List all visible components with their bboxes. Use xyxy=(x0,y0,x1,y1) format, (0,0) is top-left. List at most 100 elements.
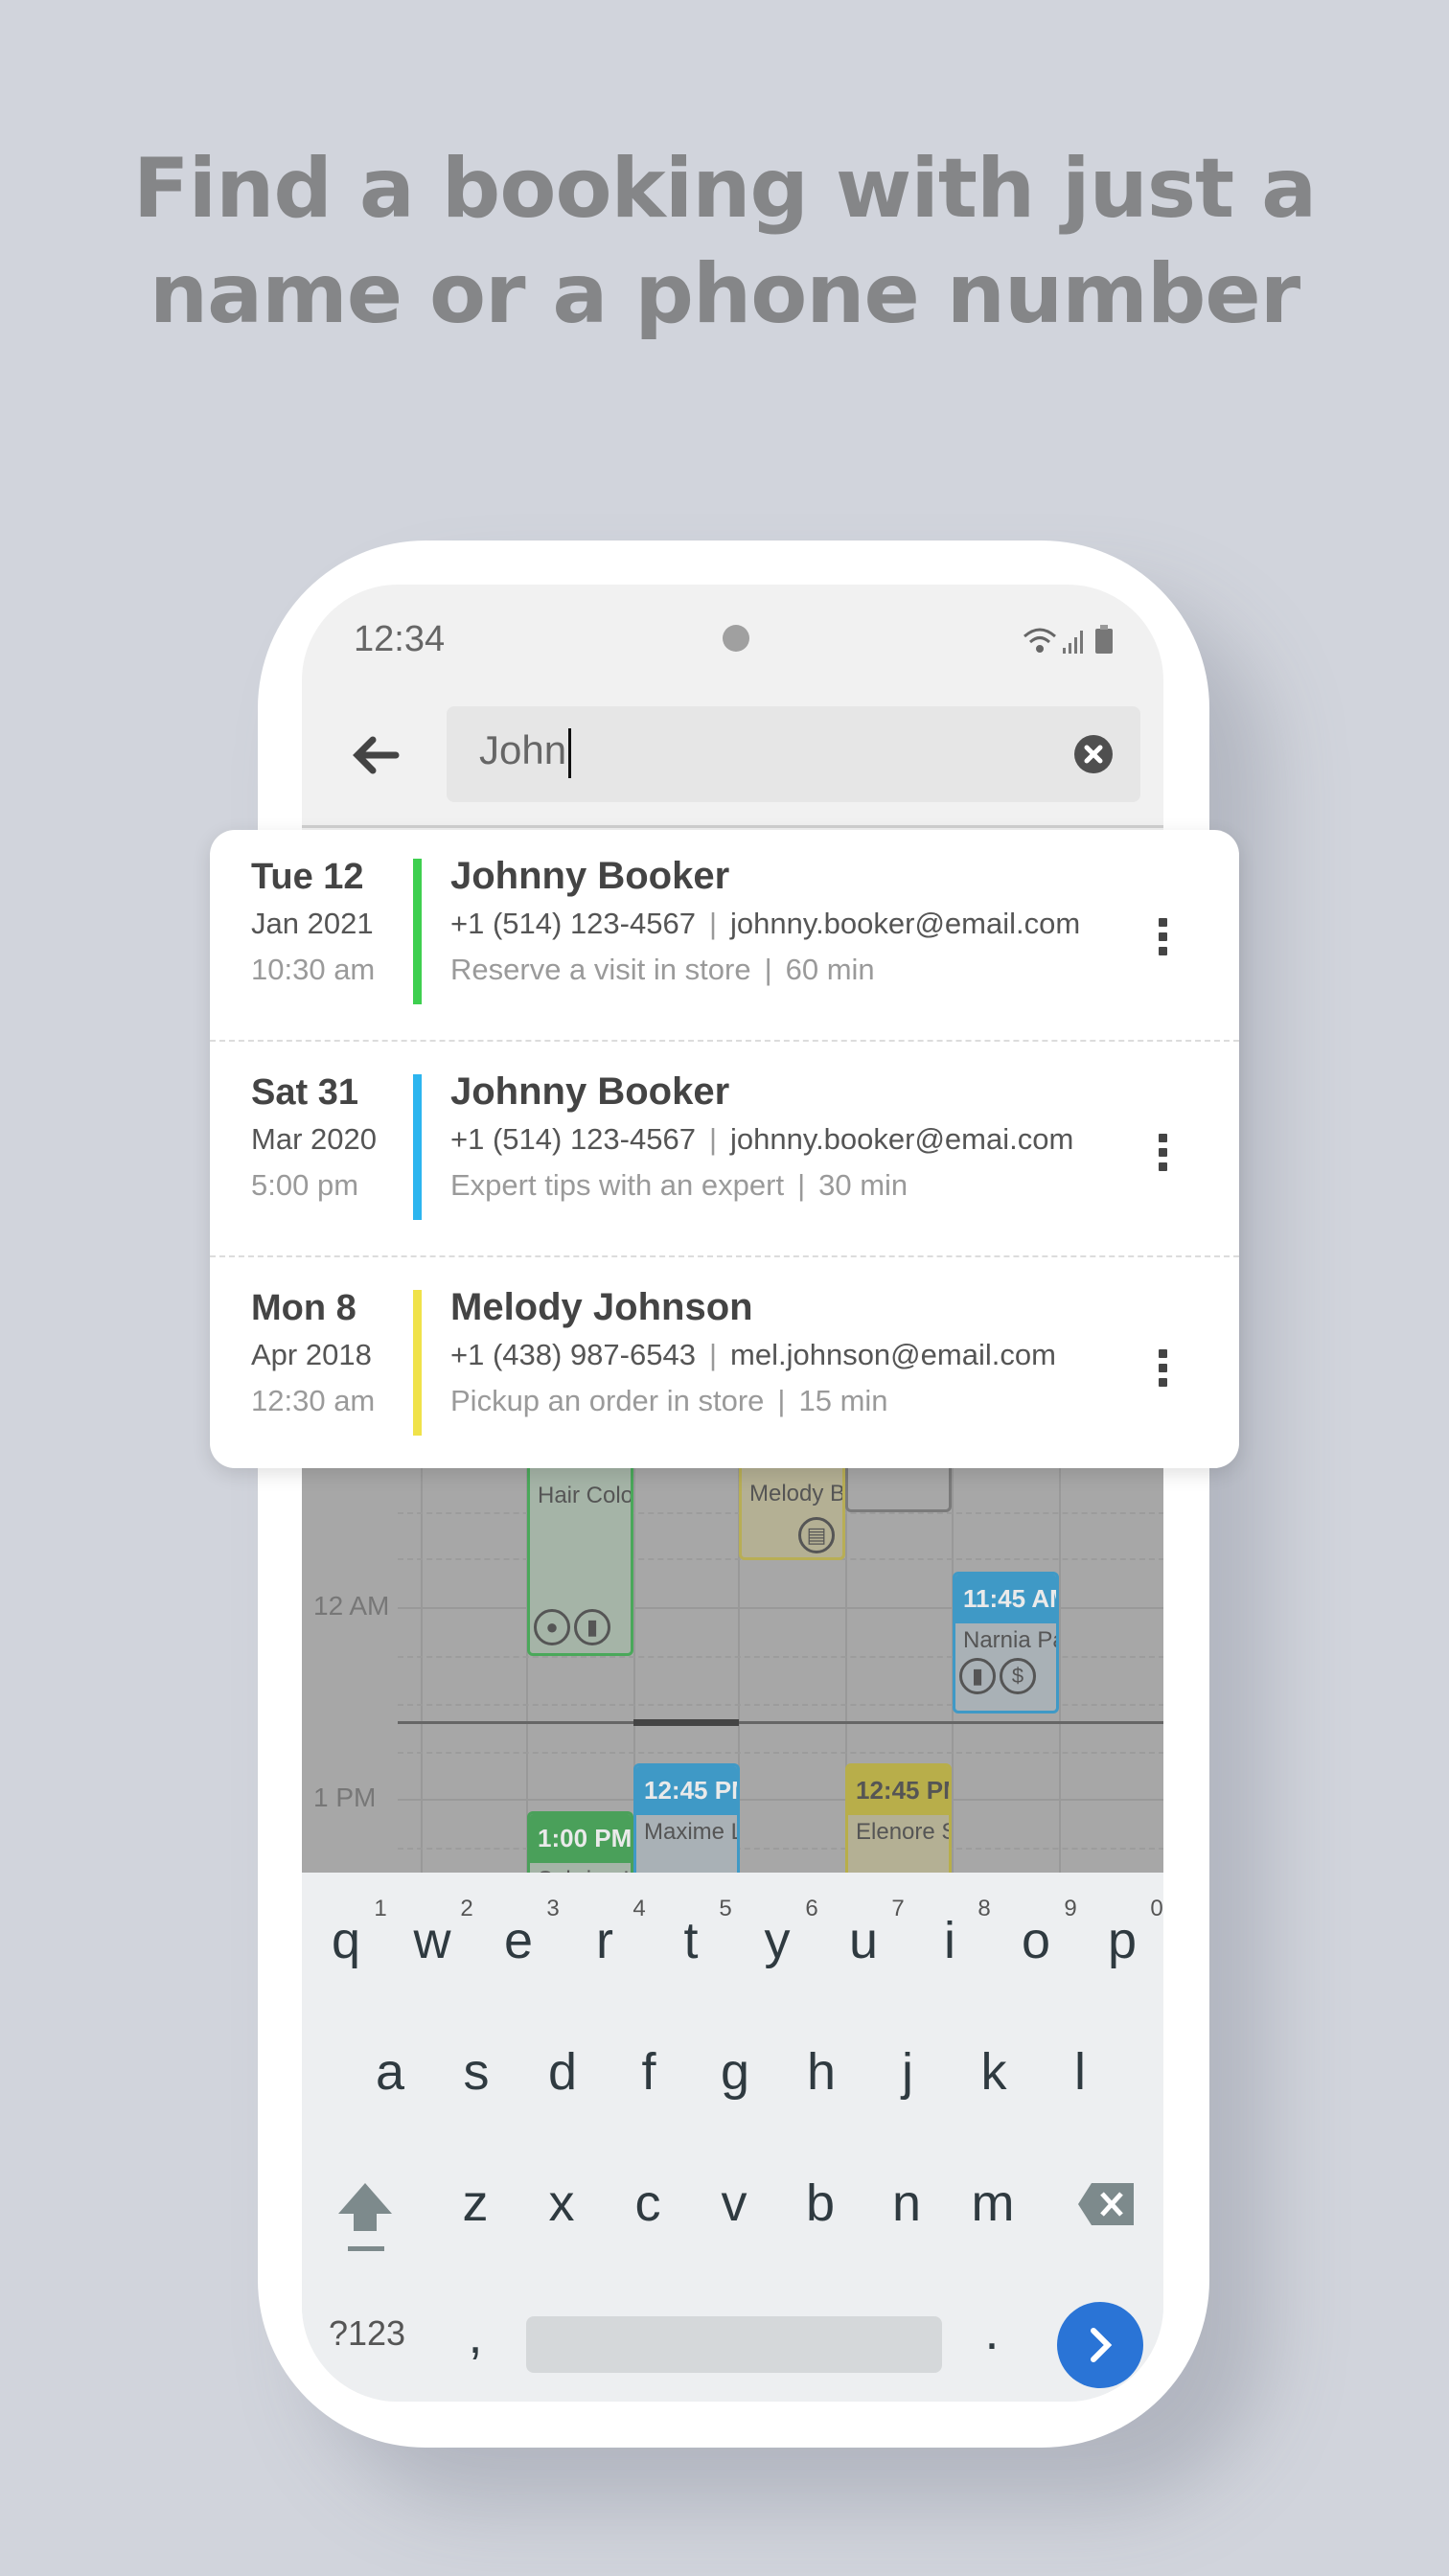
event-time: 11:45 AM xyxy=(955,1575,1056,1623)
key[interactable]: c xyxy=(635,2174,661,2233)
service-name: Expert tips with an expert xyxy=(450,1168,785,1202)
comma-key[interactable]: , xyxy=(468,2306,482,2365)
key-hint: 8 xyxy=(978,1896,991,1921)
key-hint: 4 xyxy=(632,1896,646,1921)
key[interactable]: e xyxy=(504,1911,533,1970)
time-label: 12 AM xyxy=(313,1591,390,1621)
calendar-event[interactable]: 12:45 PM Elenore S xyxy=(845,1763,952,1874)
search-value: John xyxy=(479,727,567,772)
key[interactable]: g xyxy=(721,2042,749,2102)
key[interactable]: b xyxy=(806,2174,835,2233)
clear-circle-icon[interactable] xyxy=(1073,734,1114,774)
customer-phone: +1 (514) 123-4567 xyxy=(450,907,696,940)
calendar-event[interactable]: 1:00 PM Sabrina H xyxy=(527,1811,633,1874)
booking-month-year: Jan 2021 xyxy=(251,907,374,940)
booking-day: Tue 12 xyxy=(251,857,364,897)
battery-icon xyxy=(1095,625,1113,654)
headline-line-1: Find a booking with just a xyxy=(132,141,1317,237)
key[interactable]: z xyxy=(463,2174,489,2233)
key[interactable]: k xyxy=(981,2042,1007,2102)
key[interactable]: u xyxy=(849,1911,878,1970)
booking-day: Sat 31 xyxy=(251,1072,358,1113)
key[interactable]: l xyxy=(1074,2042,1086,2102)
calendar-event[interactable]: Hair Colo ● ▮ xyxy=(527,1468,633,1656)
service-duration: 60 min xyxy=(785,953,875,986)
customer-name: Melody Johnson xyxy=(450,1286,753,1328)
event-title: Hair Colo xyxy=(538,1483,633,1508)
booking-result-row[interactable]: Mon 8 Apr 2018 12:30 am Melody Johnson +… xyxy=(210,1261,1239,1474)
more-options-icon[interactable] xyxy=(1159,918,1168,961)
event-time: 1:00 PM xyxy=(530,1814,631,1863)
back-arrow-icon[interactable] xyxy=(352,736,400,774)
symbols-key[interactable]: ?123 xyxy=(329,2313,405,2354)
customer-email: johnny.booker@emai.com xyxy=(730,1122,1074,1156)
customer-name: Johnny Booker xyxy=(450,855,730,897)
camera-icon xyxy=(723,625,749,652)
key[interactable]: q xyxy=(332,1911,360,1970)
key[interactable]: a xyxy=(376,2042,404,2102)
booking-result-row[interactable]: Tue 12 Jan 2021 10:30 am Johnny Booker +… xyxy=(210,830,1239,1043)
key[interactable]: o xyxy=(1022,1911,1050,1970)
wifi-icon xyxy=(1024,628,1056,653)
search-input[interactable]: John xyxy=(447,706,1140,802)
customer-phone: +1 (514) 123-4567 xyxy=(450,1122,696,1156)
service-name: Reserve a visit in store xyxy=(450,953,751,986)
text-cursor xyxy=(568,727,572,778)
service-duration: 15 min xyxy=(798,1384,888,1417)
booking-month-year: Mar 2020 xyxy=(251,1122,377,1156)
calendar-event[interactable]: 11:45 AM Narnia Pa ▮$ xyxy=(953,1572,1059,1714)
key[interactable]: d xyxy=(548,2042,577,2102)
key[interactable]: w xyxy=(414,1911,451,1970)
key[interactable]: x xyxy=(549,2174,575,2233)
signal-icon xyxy=(1063,631,1083,654)
key[interactable]: s xyxy=(464,2042,490,2102)
key-hint: 7 xyxy=(891,1896,905,1921)
customer-phone: +1 (438) 987-6543 xyxy=(450,1338,696,1371)
key[interactable]: r xyxy=(596,1911,613,1970)
event-title: Narnia Pa xyxy=(963,1627,1059,1653)
message-icon: ▤ xyxy=(798,1517,835,1553)
keyboard: ?123 , . q1 w2 e3 r4 t5 y6 u7 i8 o9 p0 asd f gh j k l z x… xyxy=(302,1873,1163,2402)
more-options-icon[interactable] xyxy=(1159,1134,1168,1177)
key[interactable]: i xyxy=(944,1911,955,1970)
more-options-icon[interactable] xyxy=(1159,1349,1168,1392)
period-key[interactable]: . xyxy=(984,2302,999,2361)
shift-key[interactable] xyxy=(336,2179,394,2256)
current-time-marker xyxy=(633,1719,739,1726)
key-hint: 6 xyxy=(805,1896,818,1921)
status-icons xyxy=(1024,625,1113,654)
person-icon: ● xyxy=(534,1609,570,1645)
calendar-event[interactable]: Melody B ▤ xyxy=(739,1468,845,1560)
calendar-background: 12 AM 1 PM Hair Colo ● ▮ Melody B ▤ 11:45… xyxy=(302,1468,1163,1874)
service-color-bar xyxy=(413,1074,422,1220)
key[interactable]: y xyxy=(765,1911,791,1970)
backspace-key[interactable] xyxy=(1076,2181,1136,2227)
enter-key[interactable] xyxy=(1057,2302,1143,2388)
event-time: 12:45 PM xyxy=(636,1766,737,1815)
key-hint: 9 xyxy=(1064,1896,1077,1921)
event-title: Melody B xyxy=(749,1481,845,1506)
key[interactable]: j xyxy=(902,2042,913,2102)
key[interactable]: t xyxy=(683,1911,698,1970)
service-name: Pickup an order in store xyxy=(450,1384,765,1417)
key[interactable]: n xyxy=(892,2174,921,2233)
key-hint: 0 xyxy=(1150,1896,1163,1921)
key[interactable]: v xyxy=(722,2174,748,2233)
customer-email: johnny.booker@email.com xyxy=(730,907,1081,940)
calendar-event[interactable]: 12:45 PM Maxime L xyxy=(633,1763,740,1874)
key-hint: 3 xyxy=(546,1896,560,1921)
key[interactable]: m xyxy=(972,2174,1015,2233)
space-key[interactable] xyxy=(526,2316,942,2373)
key[interactable]: h xyxy=(807,2042,836,2102)
bookmark-icon: ▮ xyxy=(959,1658,996,1694)
key[interactable]: f xyxy=(641,2042,656,2102)
booking-result-row[interactable]: Sat 31 Mar 2020 5:00 pm Johnny Booker +1… xyxy=(210,1046,1239,1258)
time-label: 1 PM xyxy=(313,1782,377,1812)
customer-name: Johnny Booker xyxy=(450,1070,730,1113)
event-title: Maxime L xyxy=(644,1819,740,1845)
key-hint: 2 xyxy=(460,1896,473,1921)
calendar-event-empty[interactable] xyxy=(845,1468,952,1512)
headline-line-2: name or a phone number xyxy=(149,246,1300,342)
key[interactable]: p xyxy=(1108,1911,1137,1970)
event-time: 12:45 PM xyxy=(848,1766,949,1815)
